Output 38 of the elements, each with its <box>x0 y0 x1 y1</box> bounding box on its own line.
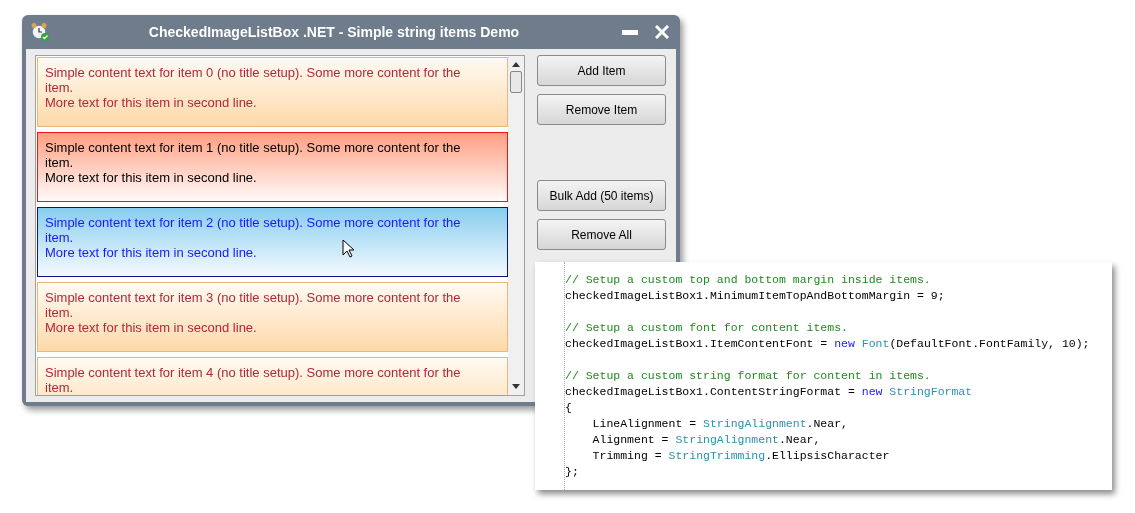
code-line: }; <box>565 465 579 478</box>
list-item[interactable]: Simple content text for item 4 (no title setup). Some more content for the item. <box>37 357 508 395</box>
code-line: { <box>565 401 572 414</box>
list-item[interactable]: Simple content text for item 0 (no title setup). Some more content for the item. More text for this item in second line. <box>37 57 508 127</box>
scroll-down-icon <box>512 384 520 389</box>
list-item[interactable]: Simple content text for item 1 (no title setup). Some more content for the item. More text for this item in second line. <box>37 132 508 202</box>
item-text: More text for this item in second line. <box>45 170 257 185</box>
list-item[interactable]: Simple content text for item 3 (no title setup). Some more content for the item. More text for this item in second line. <box>37 282 508 352</box>
action-button[interactable]: Remove All <box>537 219 666 250</box>
code-line: LineAlignment = StringAlignment.Near, <box>591 417 848 430</box>
item-text: More text for this item in second line. <box>45 320 257 335</box>
minimize-icon <box>622 29 638 35</box>
scroll-thumb[interactable] <box>510 71 522 93</box>
mouse-cursor-icon <box>342 239 354 258</box>
action-button[interactable]: Bulk Add (50 items) <box>537 180 666 211</box>
code-line: Trimming = StringTrimming.EllipsisCharacter <box>591 449 890 462</box>
code-line: // Setup a custom top and bottom margin inside items. <box>565 273 931 286</box>
item-text: More text for this item in second line. <box>45 245 257 260</box>
code-line: // Setup a custom font for content items. <box>565 321 848 334</box>
scroll-up-icon <box>512 62 520 67</box>
window-title: CheckedImageListBox .NET - Simple string items Demo <box>147 22 521 42</box>
item-text: Simple content text for item 3 (no title setup). Some more content for the item. <box>45 290 462 320</box>
alarm-clock-icon <box>30 22 50 42</box>
item-text: Simple content text for item 4 (no title setup). Some more content for the item. <box>45 365 462 395</box>
code-line: checkedImageListBox1.ContentStringFormat = new StringFormat <box>565 385 973 398</box>
close-button[interactable] <box>652 22 672 42</box>
item-text: Simple content text for item 0 (no title setup). Some more content for the item. <box>45 65 462 95</box>
action-button[interactable]: Add Item <box>537 55 666 86</box>
action-button[interactable]: Remove Item <box>537 94 666 125</box>
item-text: Simple content text for item 1 (no title setup). Some more content for the item. <box>45 140 462 170</box>
item-text: Simple content text for item 2 (no title setup). Some more content for the item. <box>45 215 462 245</box>
code-line: checkedImageListBox1.MinimumItemTopAndBottomMargin = 9; <box>565 289 945 302</box>
list-item[interactable]: Simple content text for item 2 (no title setup). Some more content for the item. More text for this item in second line. <box>37 207 508 277</box>
code-line: checkedImageListBox1.ItemContentFont = new Font(DefaultFont.FontFamily, 10); <box>565 337 1090 350</box>
item-text: More text for this item in second line. <box>45 95 257 110</box>
close-icon <box>655 25 669 39</box>
code-line: Alignment = StringAlignment.Near, <box>591 433 821 446</box>
code-line: // Setup a custom string format for content in items. <box>565 369 931 382</box>
